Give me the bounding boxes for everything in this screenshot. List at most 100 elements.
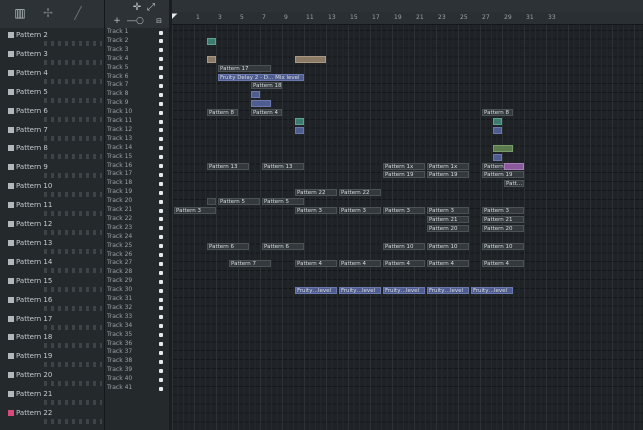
track-label[interactable]: Track 17	[107, 170, 132, 179]
playlist-clip[interactable]: Pattern 21	[427, 215, 469, 223]
playlist-clip[interactable]: Pattern 20	[482, 224, 524, 232]
playlist-clip[interactable]: Pattern 19	[482, 171, 524, 179]
pattern-item[interactable]: Pattern 19	[8, 351, 104, 370]
track-label[interactable]: Track 27	[107, 259, 132, 268]
playlist-clip[interactable]: Pattern 10	[427, 242, 469, 250]
playlist-clip[interactable]: Fruity…level	[427, 287, 469, 295]
playlist-clip[interactable]: Pattern 20	[427, 224, 469, 232]
playlist-clip[interactable]	[493, 118, 502, 125]
track-mute-button[interactable]	[159, 279, 163, 284]
track-label[interactable]: Track 25	[107, 242, 132, 251]
playlist-clip[interactable]: Pattern 3	[427, 207, 469, 214]
track-mute-button[interactable]	[159, 288, 163, 293]
playlist-grid[interactable]: Pattern 17 Fruity Delay 2 - D… Mix level P…	[172, 12, 643, 430]
pattern-item[interactable]: Pattern 15	[8, 276, 104, 295]
track-label[interactable]: Track 20	[107, 197, 132, 206]
playlist-clip[interactable]: Pattern 4	[251, 109, 282, 117]
playlist-clip[interactable]: Fruity…level	[383, 287, 425, 295]
playlist-clip[interactable]	[504, 162, 524, 170]
playlist-clip[interactable]	[493, 144, 513, 152]
track-label[interactable]: Track 5	[107, 64, 128, 73]
track-mute-button[interactable]	[159, 181, 163, 186]
track-label[interactable]: Track 24	[107, 233, 132, 242]
track-label[interactable]: Track 40	[107, 375, 132, 384]
track-mute-button[interactable]	[159, 359, 163, 364]
track-label[interactable]: Track 30	[107, 286, 132, 295]
pattern-item[interactable]: Pattern 4	[8, 68, 104, 87]
playlist-clip[interactable]: Fruity Delay 2 - D… Mix level	[218, 73, 304, 81]
track-label[interactable]: Track 1	[107, 28, 128, 37]
track-label[interactable]: Track 36	[107, 340, 132, 349]
track-label[interactable]: Track 3	[107, 46, 128, 55]
track-mute-button[interactable]	[159, 199, 163, 204]
playlist-clip[interactable]: Pattern 13	[207, 162, 249, 170]
pattern-item[interactable]: Pattern 11	[8, 200, 104, 219]
track-mute-button[interactable]	[159, 92, 163, 97]
track-label[interactable]: Track 19	[107, 188, 132, 197]
playlist-clip[interactable]: Pattern 19	[427, 171, 469, 179]
playlist-clip[interactable]: Pattern 17	[218, 64, 271, 72]
track-label[interactable]: Track 8	[107, 90, 128, 99]
playlist-clip[interactable]	[295, 118, 304, 125]
pattern-item[interactable]: Pattern 21	[8, 389, 104, 408]
plus-icon[interactable]: +	[109, 14, 125, 28]
playlist-clip[interactable]: Pattern 13	[262, 162, 304, 170]
track-mute-button[interactable]	[159, 368, 163, 373]
playlist-clip[interactable]	[295, 126, 304, 134]
slider-icon[interactable]: ―○	[127, 14, 144, 28]
pattern-item[interactable]: Pattern 2	[8, 30, 104, 49]
track-label[interactable]: Track 23	[107, 224, 132, 233]
track-mute-button[interactable]	[159, 83, 163, 88]
pattern-item[interactable]: Pattern 6	[8, 106, 104, 125]
playlist-clip[interactable]	[207, 198, 216, 206]
track-mute-button[interactable]	[159, 164, 163, 168]
playlist-clip[interactable]: Pattern 22	[339, 189, 381, 197]
playlist-clip[interactable]: Pattern 10	[383, 242, 425, 250]
track-mute-button[interactable]	[159, 155, 163, 160]
playlist-clip[interactable]	[493, 153, 502, 161]
pencil-icon[interactable]: ✢	[40, 6, 56, 20]
track-mute-button[interactable]	[159, 39, 163, 44]
pattern-item[interactable]: Pattern 18	[8, 332, 104, 351]
playlist-clip[interactable]: Pattern 18	[251, 82, 282, 90]
playlist-clip[interactable]: Pattern 21	[482, 215, 524, 223]
track-label[interactable]: Track 14	[107, 144, 132, 153]
track-label[interactable]: Track 32	[107, 304, 132, 313]
playlist-clip[interactable]: Pattern 3	[339, 207, 381, 214]
track-mute-button[interactable]	[159, 110, 163, 115]
pattern-item[interactable]: Pattern 3	[8, 49, 104, 68]
track-label[interactable]: Track 2	[107, 37, 128, 46]
pattern-item[interactable]: Pattern 5	[8, 87, 104, 106]
track-mute-button[interactable]	[159, 386, 163, 391]
track-mute-button[interactable]	[159, 66, 163, 71]
track-label[interactable]: Track 38	[107, 357, 132, 366]
track-mute-button[interactable]	[159, 350, 163, 355]
zoom-icon[interactable]: ⊟	[151, 14, 167, 28]
playlist-clip[interactable]: Pattern 4	[339, 260, 381, 268]
track-label[interactable]: Track 39	[107, 366, 132, 375]
track-mute-button[interactable]	[159, 217, 163, 222]
pattern-item[interactable]: Pattern 20	[8, 370, 104, 389]
playlist-clip[interactable]: Pattern 4	[482, 260, 524, 268]
track-mute-button[interactable]	[159, 297, 163, 302]
track-mute-button[interactable]	[159, 128, 163, 133]
pattern-item[interactable]: Pattern 14	[8, 257, 104, 276]
playlist-clip[interactable]: Fruity…level	[295, 287, 337, 295]
playlist-clip[interactable]: Pattern 3	[295, 207, 337, 214]
track-label[interactable]: Track 13	[107, 135, 132, 144]
track-mute-button[interactable]	[159, 333, 163, 338]
pattern-item[interactable]: Pattern 7	[8, 125, 104, 144]
overview-bar[interactable]	[172, 0, 643, 12]
playlist-clip[interactable]: Pattern 3	[383, 207, 425, 214]
pattern-item[interactable]: Pattern 13	[8, 238, 104, 257]
track-mute-button[interactable]	[159, 235, 163, 240]
track-mute-button[interactable]	[159, 48, 163, 53]
track-mute-button[interactable]	[159, 324, 163, 329]
track-label[interactable]: Track 34	[107, 322, 132, 331]
playlist-clip[interactable]	[207, 37, 216, 45]
playlist-clip[interactable]: Pattern 7	[229, 260, 271, 268]
pattern-item[interactable]: Pattern 16	[8, 295, 104, 314]
track-mute-button[interactable]	[159, 342, 163, 346]
track-mute-button[interactable]	[159, 226, 163, 231]
track-mute-button[interactable]	[159, 101, 163, 106]
